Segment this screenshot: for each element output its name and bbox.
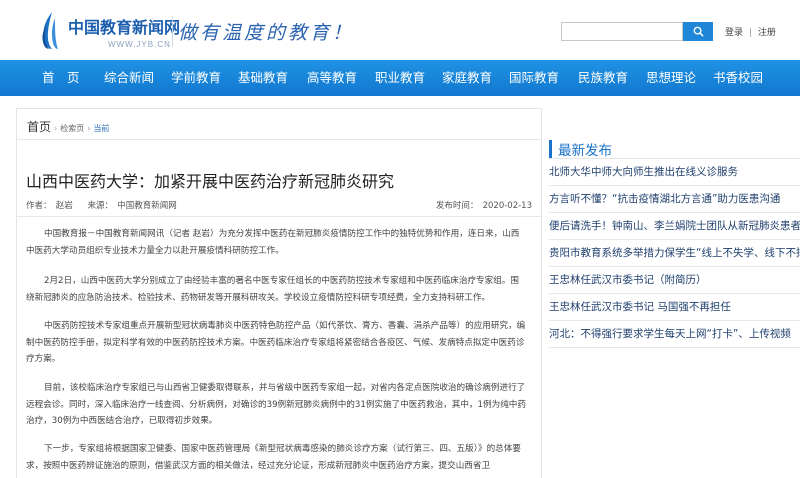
nav-item-ethnic[interactable]: 民族教育 <box>578 60 628 96</box>
nav-item-home[interactable]: 首 页 <box>42 60 80 96</box>
site-logo-icon[interactable] <box>36 10 66 50</box>
article-paragraph: 2月2日，山西中医药大学分别成立了由经验丰富的著名中医专家任组长的中医药防控技术… <box>26 276 520 303</box>
breadcrumb-sep: › <box>54 124 58 133</box>
nav-item-international[interactable]: 国际教育 <box>509 60 559 96</box>
nav-item-vocational[interactable]: 职业教育 <box>375 60 425 96</box>
nav-item-theory[interactable]: 思想理论 <box>646 60 696 96</box>
article-paragraph: 下一步，专家组将根据国家卫健委、国家中医药管理局《新型冠状病毒感染的肺炎诊疗方案… <box>26 444 521 471</box>
article-title: 山西中医药大学：加紧开展中医药治疗新冠肺炎研究 <box>26 172 395 191</box>
sidebar-divider <box>549 158 800 159</box>
article-meta: 作者： 赵岩 来源： 中国教育新闻网 发布时间： 2020-02-13 <box>26 199 532 211</box>
nav-item-general-news[interactable]: 综合新闻 <box>104 60 154 96</box>
site-header: 中国教育新闻网 WWW.JYB.CN 做有温度的教育！ 登录 | 注册 <box>0 0 800 60</box>
meta-divider <box>16 216 542 217</box>
article-date: 发布时间： 2020-02-13 <box>435 201 532 211</box>
article-author: 作者： 赵岩 <box>26 201 73 211</box>
nav-item-preschool[interactable]: 学前教育 <box>171 60 221 96</box>
breadcrumb-current: 当前 <box>93 124 110 133</box>
nav-item-family[interactable]: 家庭教育 <box>442 60 492 96</box>
search-input[interactable] <box>561 22 683 41</box>
search-button[interactable] <box>683 22 713 41</box>
sidebar-news-item[interactable]: 北师大华中师大向师生推出在线义诊服务 <box>549 160 800 186</box>
main-nav: 首 页 综合新闻 学前教育 基础教育 高等教育 职业教育 家庭教育 国际教育 民… <box>0 60 800 96</box>
brand-name: 中国教育新闻网 <box>68 18 181 37</box>
nav-item-reading[interactable]: 书香校园 <box>713 60 763 96</box>
slogan: 做有温度的教育！ <box>178 22 355 44</box>
header-divider <box>172 16 173 46</box>
article-paragraph: 中国教育报－中国教育新闻网讯（记者 赵岩）为充分发挥中医药在新冠肺炎疫情防控工作… <box>26 229 520 256</box>
sidebar-news-item[interactable]: 便后请洗手！钟南山、李兰娟院士团队从新冠肺炎患者粪便中分离出病毒 <box>549 214 800 240</box>
breadcrumb-home[interactable]: 首页 <box>27 120 51 134</box>
nav-item-basic-education[interactable]: 基础教育 <box>238 60 288 96</box>
sidebar-heading-text: 最新发布 <box>558 143 612 159</box>
sidebar-news-item[interactable]: 方言听不懂？“抗击疫情湖北方言通”助力医患沟通 <box>549 187 800 213</box>
register-link[interactable]: 注册 <box>758 28 776 38</box>
search-icon <box>693 26 704 37</box>
sidebar-news-item[interactable]: 贵阳市教育系统多举措力保学生“线上不失学、线下不掉队” <box>549 241 800 267</box>
sidebar-news-item[interactable]: 河北：不得强行要求学生每天上网“打卡”、上传视频 <box>549 322 800 348</box>
breadcrumb-level1[interactable]: 检索页 <box>60 124 84 133</box>
article-paragraph: 中医药防控技术专家组重点开展新型冠状病毒肺炎中医药特色防控产品（如代茶饮、膏方、… <box>26 321 526 364</box>
auth-separator: | <box>748 28 752 38</box>
sidebar-heading: 最新发布 <box>549 140 784 159</box>
sidebar-news-item[interactable]: 王忠林任武汉市委书记 马国强不再担任 <box>549 295 800 321</box>
brand[interactable]: 中国教育新闻网 WWW.JYB.CN <box>68 14 180 49</box>
sidebar-news-item[interactable]: 王忠林任武汉市委书记（附简历） <box>549 268 800 294</box>
breadcrumb: 首页 › 检索页 › 当前 <box>27 118 109 135</box>
nav-item-higher-education[interactable]: 高等教育 <box>307 60 357 96</box>
article-source: 来源： 中国教育新闻网 <box>87 201 177 211</box>
breadcrumb-divider <box>17 139 541 140</box>
login-link[interactable]: 登录 <box>725 28 743 38</box>
breadcrumb-sep: › <box>87 124 91 133</box>
brand-url: WWW.JYB.CN <box>108 40 171 49</box>
article-paragraph: 目前，该校临床治疗专家组已与山西省卫健委取得联系，并与省级中医药专家组一起，对省… <box>26 383 526 426</box>
auth-links: 登录 | 注册 <box>725 25 776 38</box>
